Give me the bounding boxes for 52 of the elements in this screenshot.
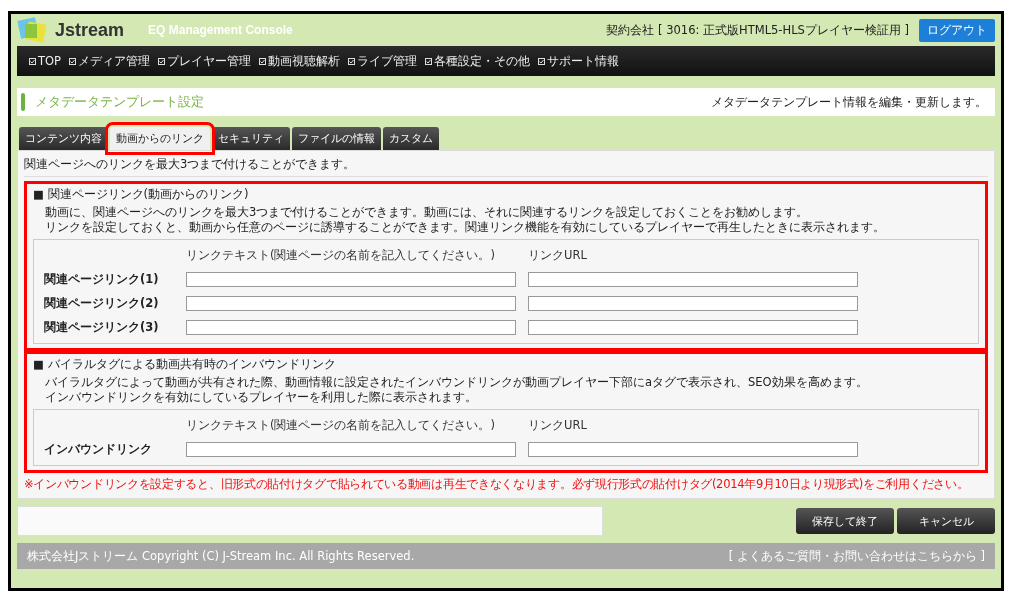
checkbox-icon [29, 57, 36, 65]
section-description: バイラルタグによって動画が共有された際、動画情報に設定されたインバウンドリンクが動画プレイヤー下部にaタグで表示され、SEO効果を高めます。 [45, 375, 869, 390]
input-field[interactable] [186, 295, 516, 311]
column-header: リンクURL [528, 417, 588, 433]
copyright-text: 株式会社Jストリーム Copyright (C) J-Stream Inc. All Rights Reserved. [27, 548, 415, 564]
logo-text: Jstream [55, 19, 125, 41]
section-description: 動画に、関連ページへのリンクを最大3つまで付けることができます。動画には、それに関連するリンクを設定しておくことをお勧めします。 [45, 205, 810, 220]
section-heading: ■ 関連ページリンク(動画からのリンク) [33, 187, 250, 202]
section-description: インバウンドリンクを有効にしているプレイヤーを利用した際に表示されます。 [45, 390, 478, 405]
column-header: リンクテキスト(関連ページの名前を記入してください。) [186, 417, 496, 433]
logout-button[interactable]: ログアウト [919, 18, 995, 42]
column-header: リンクテキスト(関連ページの名前を記入してください。) [186, 247, 496, 263]
contract-label: 契約会社 [ 3016: 正式版HTML5-HLSプレイヤー検証用 ] [606, 22, 909, 38]
nav-link[interactable]: 動画視聴解析 [259, 53, 340, 69]
nav-link[interactable]: 各種設定・その他 [425, 53, 530, 69]
intro-text: 関連ページへのリンクを最大3つまで付けることができます。 [24, 156, 357, 173]
checkbox-icon [425, 57, 432, 65]
input-field[interactable] [186, 271, 516, 287]
tab[interactable]: コンテンツ内容 [19, 127, 108, 150]
input-field[interactable] [528, 295, 858, 311]
nav-link[interactable]: サポート情報 [538, 53, 619, 69]
page-title: メタデータテンプレート設定 [35, 93, 204, 111]
nav-link[interactable]: TOP [29, 54, 61, 68]
input-field[interactable] [186, 319, 516, 335]
warning-note: ※インバウンドリンクを設定すると、旧形式の貼付けタグで貼られている動画は再生できなくなります。必ず現行形式の貼付けタグ(2014年9月10日より現形式)をご利用ください。 [24, 476, 970, 493]
tab[interactable]: セキュリティ [212, 127, 290, 150]
page-description: メタデータテンプレート情報を編集・更新します。 [711, 94, 987, 110]
checkbox-icon [348, 57, 355, 65]
input-field[interactable] [186, 441, 516, 457]
input-field[interactable] [528, 441, 858, 457]
nav-link[interactable]: メディア管理 [69, 53, 150, 69]
row-label: 関連ページリンク(2) [44, 295, 160, 311]
accent-bar [21, 93, 25, 111]
section-description: リンクを設定しておくと、動画から任意のページに誘導することができます。関連リンク機能を有効にしているプレイヤーで再生したときに表示されます。 [45, 220, 886, 235]
checkbox-icon [538, 57, 545, 65]
checkbox-icon [158, 57, 165, 65]
row-label: 関連ページリンク(3) [44, 319, 160, 335]
input-field[interactable] [528, 271, 858, 287]
checkbox-icon [259, 57, 266, 65]
column-header: リンクURL [528, 247, 588, 263]
nav-link[interactable]: ライブ管理 [348, 53, 417, 69]
tab[interactable]: ファイルの情報 [292, 127, 381, 150]
tab[interactable]: カスタム [383, 127, 439, 150]
row-label: 関連ページリンク(1) [44, 271, 160, 287]
input-field[interactable] [528, 319, 858, 335]
checkbox-icon [69, 57, 76, 65]
section-heading: ■ バイラルタグによる動画共有時のインバウンドリンク [33, 357, 337, 372]
row-label: インバウンドリンク [44, 441, 153, 457]
app-title: EQ Management Console [148, 23, 293, 37]
action-button[interactable]: 保存して終了 [796, 508, 894, 534]
action-button[interactable]: キャンセル [897, 508, 995, 534]
nav-link[interactable]: プレイヤー管理 [158, 53, 251, 69]
